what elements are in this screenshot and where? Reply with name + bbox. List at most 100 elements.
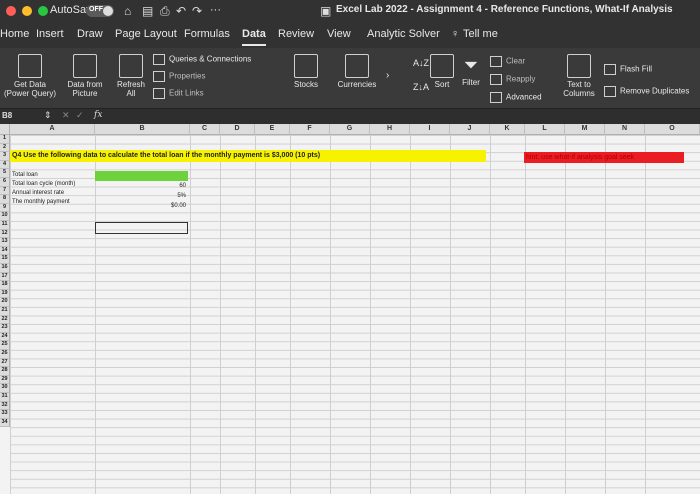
column-header-j[interactable]: J [450, 124, 490, 135]
queries-connections-button[interactable]: Queries & Connections [153, 54, 251, 65]
filter-button[interactable]: ⏷ Filter [458, 54, 484, 87]
sort-a-z-icon[interactable]: A↓Z [413, 58, 429, 68]
tab-insert[interactable]: Insert [36, 28, 64, 40]
row-header-19[interactable]: 19 [0, 289, 10, 299]
row-header-28[interactable]: 28 [0, 367, 10, 376]
column-header-m[interactable]: M [565, 124, 605, 135]
advanced-button[interactable]: Advanced [490, 92, 542, 103]
minimize-window-icon[interactable] [22, 6, 32, 16]
row-header-2[interactable]: 2 [0, 143, 10, 153]
value-monthly-payment[interactable]: $0.00 [95, 203, 186, 209]
column-header-e[interactable]: E [255, 124, 290, 135]
column-header-h[interactable]: H [370, 124, 410, 135]
properties-button[interactable]: Properties [153, 71, 205, 82]
row-header-4[interactable]: 4 [0, 160, 10, 170]
worksheet[interactable]: ABCDEFGHIJKLMNO 1 2 3 4 5 6 7 8 9 10 11 12 13 14 15 16 1… [0, 124, 700, 494]
tab-tell-me[interactable]: Tell me [463, 28, 498, 40]
row-header-14[interactable]: 14 [0, 246, 10, 256]
row-header-9[interactable]: 9 [0, 203, 10, 213]
name-box[interactable]: B8 [2, 111, 12, 120]
autosave-toggle[interactable]: OFF [86, 5, 114, 17]
label-monthly-payment[interactable]: The monthly payment [12, 199, 70, 205]
row-header-20[interactable]: 20 [0, 298, 10, 307]
row-header-27[interactable]: 27 [0, 358, 10, 368]
home-icon[interactable]: ⌂ [124, 4, 131, 18]
more-commands-icon[interactable]: ··· [210, 4, 221, 16]
tab-home[interactable]: Home [0, 28, 29, 40]
label-interest-rate[interactable]: Annual interest rate [12, 190, 64, 196]
close-window-icon[interactable] [6, 6, 16, 16]
row-header-6[interactable]: 6 [0, 178, 10, 187]
total-loan-input-cell[interactable] [95, 171, 188, 181]
row-header-33[interactable]: 33 [0, 410, 10, 419]
row-header-1[interactable]: 1 [0, 135, 10, 144]
row-header-26[interactable]: 26 [0, 350, 10, 359]
data-from-picture-button[interactable]: Data from Picture [64, 54, 106, 98]
clear-button[interactable]: Clear [490, 56, 525, 67]
undo-icon[interactable]: ↶ [176, 4, 186, 18]
row-header-15[interactable]: 15 [0, 255, 10, 264]
column-header-k[interactable]: K [490, 124, 525, 135]
tab-data[interactable]: Data [242, 28, 266, 46]
column-header-c[interactable]: C [190, 124, 220, 135]
label-loan-cycle[interactable]: Total loan cycle (month) [12, 181, 75, 187]
remove-duplicates-button[interactable]: Remove Duplicates [604, 86, 689, 97]
row-header-31[interactable]: 31 [0, 393, 10, 402]
column-header-a[interactable]: A [10, 124, 95, 135]
tab-review[interactable]: Review [278, 28, 314, 40]
cancel-entry-icon[interactable]: ✕ [62, 110, 70, 121]
get-data-button[interactable]: Get Data (Power Query) [2, 54, 58, 98]
confirm-entry-icon[interactable]: ✓ [76, 110, 84, 121]
name-box-dropdown-icon[interactable]: ⇕ [44, 110, 52, 121]
reapply-button[interactable]: Reapply [490, 74, 535, 85]
column-header-o[interactable]: O [645, 124, 700, 135]
row-header-30[interactable]: 30 [0, 384, 10, 393]
row-header-17[interactable]: 17 [0, 272, 10, 282]
row-header-21[interactable]: 21 [0, 307, 10, 316]
row-header-34[interactable]: 34 [0, 418, 10, 428]
row-header-5[interactable]: 5 [0, 169, 10, 178]
insert-function-icon[interactable]: fx [94, 110, 102, 120]
tab-formulas[interactable]: Formulas [184, 28, 230, 40]
maximize-window-icon[interactable] [38, 6, 48, 16]
row-header-25[interactable]: 25 [0, 341, 10, 350]
save-icon[interactable]: ▤ [142, 4, 153, 18]
question-text[interactable]: Q4 Use the following data to calculate t… [12, 152, 320, 159]
stocks-button[interactable]: Stocks [288, 54, 324, 89]
row-header-16[interactable]: 16 [0, 264, 10, 273]
column-header-g[interactable]: G [330, 124, 370, 135]
more-datatypes-chevron-icon[interactable]: › [386, 70, 389, 81]
select-all-corner[interactable] [0, 124, 10, 135]
column-header-i[interactable]: I [410, 124, 450, 135]
row-header-24[interactable]: 24 [0, 332, 10, 342]
row-header-10[interactable]: 10 [0, 212, 10, 221]
edit-links-button[interactable]: Edit Links [153, 88, 204, 99]
selected-cell-b8[interactable] [95, 222, 188, 234]
row-header-23[interactable]: 23 [0, 324, 10, 333]
value-loan-cycle[interactable]: 60 [95, 183, 186, 189]
column-header-f[interactable]: F [290, 124, 330, 135]
column-header-b[interactable]: B [95, 124, 190, 135]
row-header-29[interactable]: 29 [0, 375, 10, 385]
row-header-3[interactable]: 3 [0, 152, 10, 161]
sort-button[interactable]: Sort [430, 54, 454, 89]
label-total-loan[interactable]: Total loan [12, 172, 38, 178]
text-to-columns-button[interactable]: Text to Columns [560, 54, 598, 98]
tab-view[interactable]: View [327, 28, 351, 40]
row-header-8[interactable]: 8 [0, 195, 10, 204]
tab-page-layout[interactable]: Page Layout [115, 28, 177, 40]
sort-z-a-icon[interactable]: Z↓A [413, 82, 429, 92]
row-header-18[interactable]: 18 [0, 281, 10, 290]
column-header-d[interactable]: D [220, 124, 255, 135]
hint-text[interactable]: hint: use what-if analysis goal seek [526, 154, 634, 161]
row-header-7[interactable]: 7 [0, 186, 10, 196]
flash-fill-button[interactable]: Flash Fill [604, 64, 652, 75]
currencies-button[interactable]: Currencies [336, 54, 378, 89]
column-header-n[interactable]: N [605, 124, 645, 135]
refresh-all-button[interactable]: Refresh All [114, 54, 148, 98]
row-header-32[interactable]: 32 [0, 401, 10, 411]
column-header-l[interactable]: L [525, 124, 565, 135]
tab-analytic-solver[interactable]: Analytic Solver [367, 28, 440, 40]
row-header-22[interactable]: 22 [0, 315, 10, 325]
redo-icon[interactable]: ↷ [192, 4, 202, 18]
